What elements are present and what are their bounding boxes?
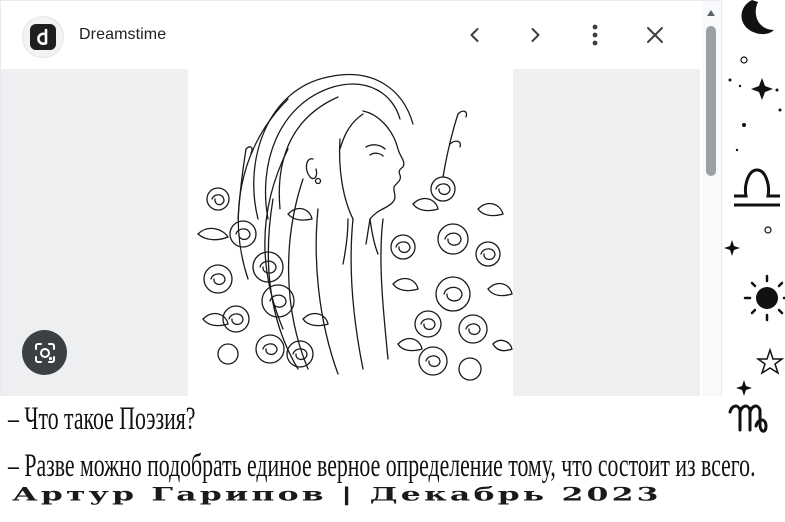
- close-icon: [647, 27, 663, 43]
- scroll-up-arrow[interactable]: [704, 6, 718, 20]
- preview-header: Dreamstime: [0, 0, 700, 68]
- site-name[interactable]: Dreamstime: [79, 26, 166, 44]
- google-lens-icon: [34, 342, 55, 363]
- chevron-right-icon: [531, 28, 540, 42]
- previous-button[interactable]: [460, 20, 490, 50]
- virgo-icon: [728, 404, 768, 433]
- author-signature: Артур Гарипов | Декабрь 2023: [12, 484, 662, 506]
- zodiac-decoration: [724, 0, 785, 433]
- moon-icon: [741, 0, 774, 35]
- google-lens-button[interactable]: [22, 330, 67, 375]
- small-star-outline: [740, 56, 772, 234]
- image-preview-panel: Dreamstime: [0, 0, 722, 396]
- poem-line-2: – Разве можно подобрать единое верное оп…: [8, 448, 756, 484]
- zodiac-woman-illustration: [197, 73, 513, 381]
- triangle-up-icon: [707, 10, 715, 16]
- more-options-button[interactable]: [580, 20, 610, 50]
- star-outline-icon: [755, 347, 785, 375]
- poem-line-1: – Что такое Поэзия?: [8, 401, 196, 437]
- scrollbar-thumb[interactable]: [706, 26, 716, 176]
- dreamstime-logo-icon: [30, 24, 56, 50]
- close-button[interactable]: [640, 20, 670, 50]
- preview-image[interactable]: [188, 69, 513, 396]
- libra-icon: [734, 168, 780, 207]
- site-logo[interactable]: [22, 16, 64, 58]
- sun-icon: [743, 274, 785, 322]
- chevron-left-icon: [470, 28, 479, 42]
- sparkle-icon: [724, 78, 773, 396]
- more-vert-icon: [592, 24, 598, 46]
- next-button[interactable]: [520, 20, 550, 50]
